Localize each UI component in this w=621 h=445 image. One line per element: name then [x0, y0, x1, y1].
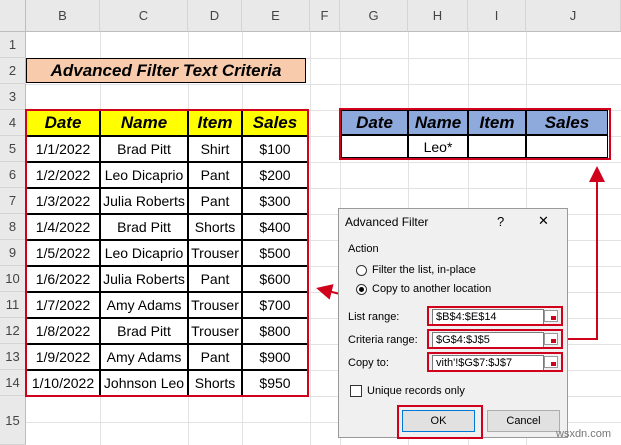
- filter-in-place-radio[interactable]: [356, 265, 367, 276]
- dialog-title: Advanced Filter: [345, 215, 429, 229]
- unique-records-label[interactable]: Unique records only: [367, 385, 465, 397]
- close-icon[interactable]: ✕: [538, 213, 549, 229]
- list-range-highlight: [427, 306, 563, 326]
- copy-to-highlight: [427, 352, 563, 372]
- list-range-label: List range:: [348, 311, 400, 323]
- action-group-label: Action: [348, 243, 379, 255]
- watermark: wsxdn.com: [556, 428, 612, 440]
- copy-to-location-label[interactable]: Copy to another location: [372, 283, 491, 295]
- cancel-button[interactable]: Cancel: [487, 410, 560, 432]
- ok-button-highlight: [397, 405, 483, 439]
- filter-in-place-label[interactable]: Filter the list, in-place: [372, 264, 476, 276]
- radio-selected-dot: [359, 287, 364, 292]
- criteria-range-label: Criteria range:: [348, 334, 418, 346]
- criteria-range-highlight: [427, 329, 563, 349]
- help-icon[interactable]: ?: [497, 214, 504, 229]
- unique-records-checkbox[interactable]: [350, 385, 362, 397]
- copy-to-label: Copy to:: [348, 357, 389, 369]
- copy-to-location-radio[interactable]: [356, 284, 367, 295]
